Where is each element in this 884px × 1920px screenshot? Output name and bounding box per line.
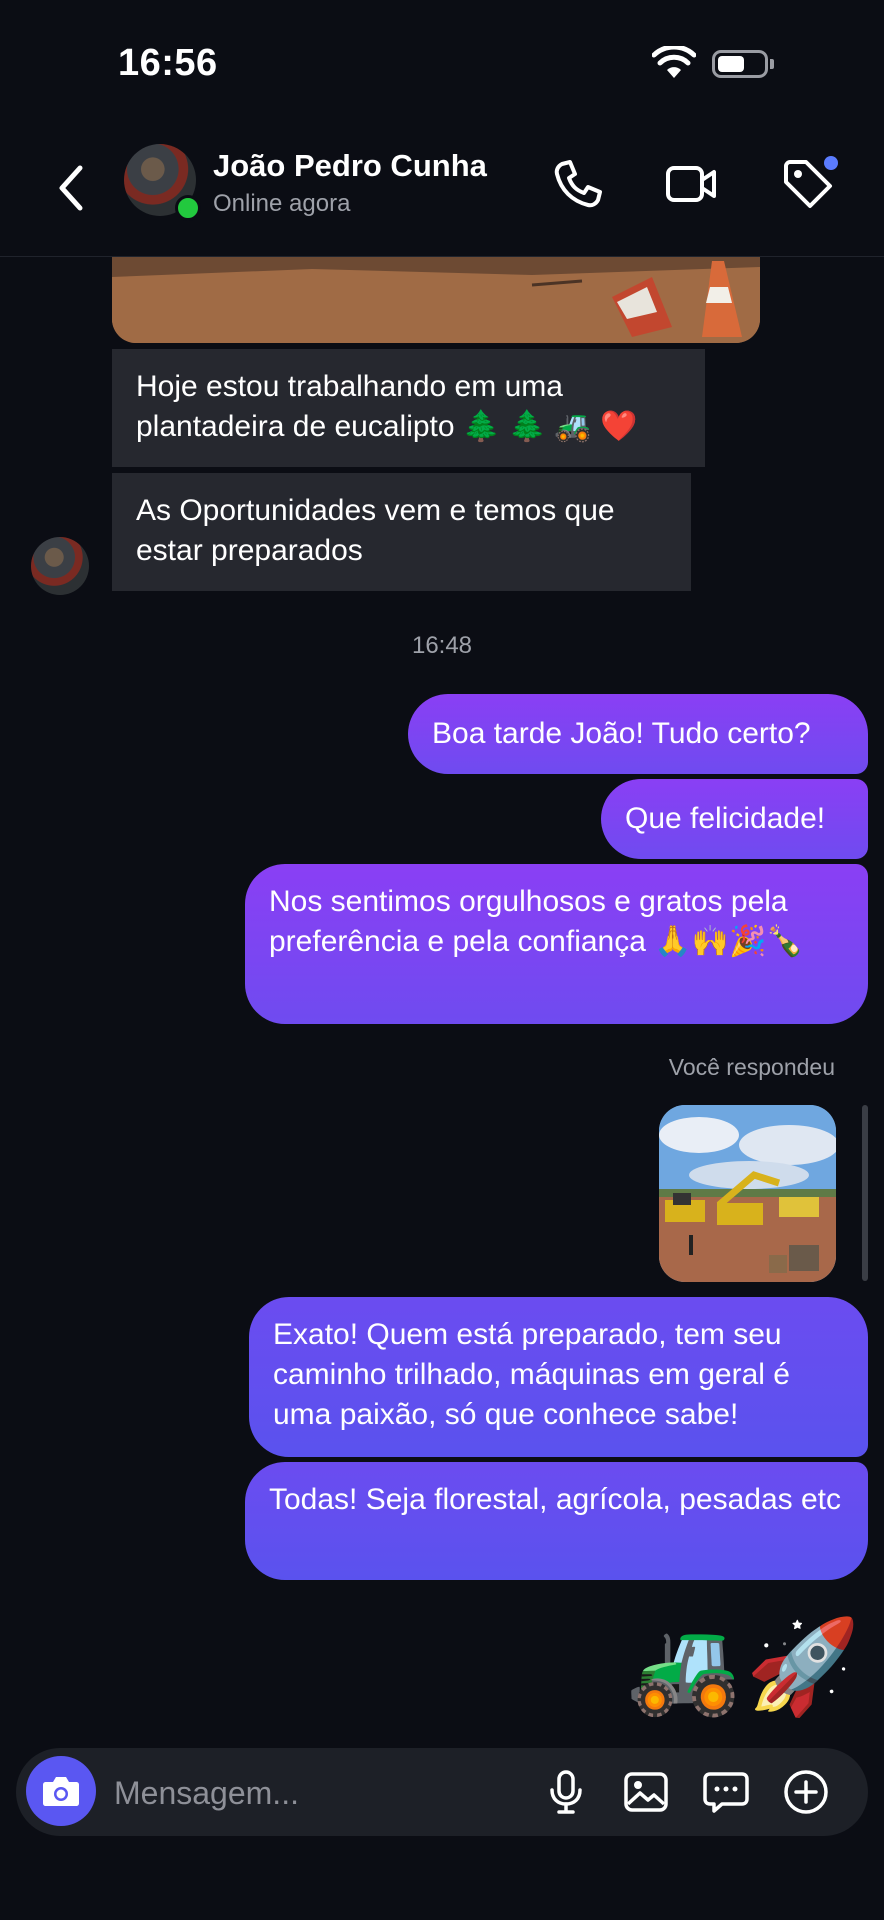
chat-thread[interactable]: Hoje estou trabalhando em uma plantadeir… (0, 257, 884, 1747)
sender-avatar[interactable] (31, 537, 89, 595)
replied-label: Você respondeu (668, 1054, 835, 1080)
outgoing-message[interactable]: Todas! Seja florestal, agrícola, pesadas… (245, 1462, 868, 1580)
incoming-message[interactable]: As Oportunidades vem e temos que estar p… (112, 473, 691, 591)
battery-tip (770, 59, 774, 69)
message-composer (16, 1748, 868, 1838)
wifi-icon (652, 46, 696, 78)
online-indicator (175, 195, 201, 221)
outgoing-message[interactable]: Nos sentimos orgulhosos e gratos pela pr… (245, 864, 868, 1024)
scrollbar[interactable] (862, 1105, 868, 1281)
battery-icon (712, 50, 768, 78)
outgoing-message[interactable]: Que felicidade! (601, 779, 868, 859)
camera-button[interactable] (26, 1756, 96, 1826)
emoji-message[interactable]: 🚜🚀 (627, 1617, 864, 1717)
camera-icon (43, 1777, 79, 1806)
plus-icon[interactable] (780, 1766, 832, 1818)
image-icon[interactable] (620, 1766, 672, 1818)
outgoing-message[interactable]: Boa tarde João! Tudo certo? (408, 694, 868, 774)
notification-dot (824, 156, 838, 170)
chat-header: João Pedro Cunha Online agora (0, 120, 884, 257)
back-icon[interactable] (52, 158, 92, 218)
photo-content (112, 257, 760, 343)
contact-status: Online agora (213, 190, 351, 217)
status-time: 16:56 (118, 42, 218, 84)
microphone-icon[interactable] (540, 1766, 592, 1818)
contact-name[interactable]: João Pedro Cunha (213, 148, 487, 184)
message-input[interactable] (112, 1748, 536, 1838)
photo-content (659, 1105, 836, 1282)
message-timestamp: 16:48 (411, 632, 473, 659)
phone-icon[interactable] (548, 154, 608, 214)
sticker-icon[interactable] (700, 1766, 752, 1818)
status-bar: 16:56 (0, 0, 884, 120)
shared-photo-partial[interactable] (112, 257, 760, 343)
outgoing-message[interactable]: Exato! Quem está preparado, tem seu cami… (249, 1297, 868, 1457)
incoming-message[interactable]: Hoje estou trabalhando em uma plantadeir… (112, 349, 705, 467)
replied-photo[interactable] (659, 1105, 836, 1282)
video-icon[interactable] (662, 154, 722, 214)
